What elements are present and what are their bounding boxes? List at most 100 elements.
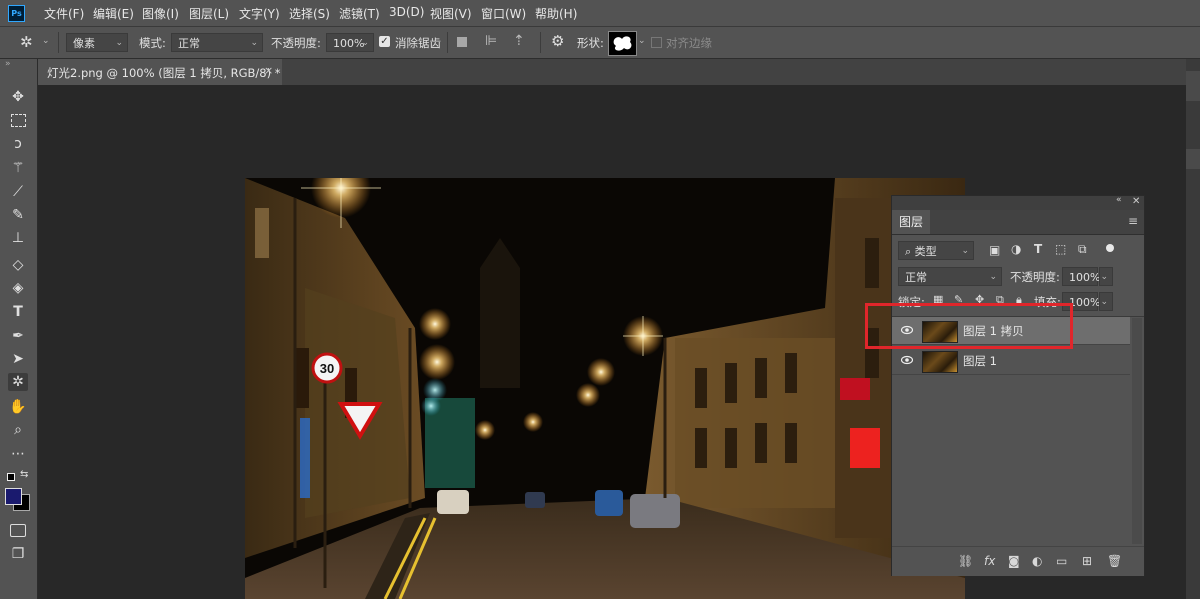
layer-opacity-label: 不透明度: [1010,270,1060,284]
collapse-icon[interactable]: « [1116,195,1122,205]
swap-colors-icon[interactable]: ⇆ [20,469,28,480]
menu-file[interactable]: 文件(F) [44,5,84,22]
menu-edit[interactable]: 编辑(E) [93,5,134,22]
photoshop-logo: Ps [8,5,25,22]
layers-footer: ⛓ fx ◙ ◐ ▭ ⊞ 🗑︎ [892,546,1144,576]
dock-button[interactable] [1186,71,1200,101]
hand-icon[interactable]: ✋ [8,398,28,416]
panel-tab-row: 图层 ≡ [892,210,1144,235]
menu-select[interactable]: 选择(S) [289,5,330,22]
highlight-box [865,303,1073,349]
layer-thumbnail [922,351,958,373]
chevron-down-icon[interactable]: ⌄ [638,36,646,46]
shape-label: 形状: [577,36,604,50]
paint-bucket-icon[interactable]: ◈ [8,279,28,297]
close-icon[interactable]: × [264,64,273,77]
filter-smart-object-icon[interactable]: ⧉ [1078,242,1087,257]
document-tab[interactable]: 灯光2.png @ 100% (图层 1 拷贝, RGB/8) * × [38,59,282,85]
eyedropper-icon[interactable]: ⟋ [8,183,28,201]
eye-icon[interactable] [901,354,913,366]
layer-name[interactable]: 图层 1 [963,353,997,369]
layers-panel: « ✕ 图层 ≡ ⌕ 类型 ⌄ ▣ ◑ T ⬚ ⧉ 正常 ⌄ 不透明度: 100% … [891,195,1145,576]
foreground-color-swatch[interactable] [5,488,22,505]
night-street-photo: 30 [245,178,965,599]
svg-text:30: 30 [320,361,334,376]
fx-icon[interactable]: fx [984,554,995,568]
layer-row[interactable]: 图层 1 [892,347,1130,375]
lasso-icon[interactable]: ↄ [8,135,28,153]
type-icon[interactable]: T [8,303,28,321]
menu-window[interactable]: 窗口(W) [481,5,526,22]
panel-header[interactable]: « ✕ [892,195,1144,210]
pen-icon[interactable]: ✒ [8,327,28,345]
screen-mode-icon[interactable]: ❐ [8,545,28,563]
dock-button[interactable] [1186,149,1200,169]
filter-adjustment-icon[interactable]: ◑ [1011,242,1021,256]
layer-opacity-input[interactable]: 100% [1062,267,1100,286]
filter-type-icon[interactable]: T [1034,242,1042,256]
fill-mode-select[interactable]: 像素 ⌄ [66,33,128,52]
path-alignment-icon[interactable]: ⊫ [485,33,497,49]
menu-view[interactable]: 视图(V) [430,5,472,22]
eraser-icon[interactable]: ◇ [8,256,28,274]
chevron-down-icon[interactable]: ⌄ [42,36,50,46]
menu-filter[interactable]: 滤镜(T) [339,5,380,22]
opacity-input[interactable]: 100% ⌄ [326,33,374,52]
shape-tool-preset-icon[interactable]: ✲ [20,33,33,51]
add-mask-icon[interactable]: ◙ [1008,554,1020,568]
menu-3d[interactable]: 3D(D) [389,5,424,19]
new-layer-icon[interactable]: ⊞ [1082,554,1092,568]
document-tab-title: 灯光2.png @ 100% (图层 1 拷贝, RGB/8) * [47,66,281,80]
trash-icon[interactable]: 🗑︎ [1107,554,1122,568]
close-icon[interactable]: ✕ [1132,196,1140,207]
opacity-dropdown-button[interactable]: ⌄ [1099,267,1113,286]
magic-wand-icon[interactable]: ⚚ [8,159,28,177]
layer-filter-select[interactable]: ⌕ 类型 ⌄ [898,241,974,260]
filter-pixel-icon[interactable]: ▣ [989,243,1000,257]
default-colors-icon[interactable] [7,473,15,481]
search-icon: ⌕ [905,245,915,258]
right-dock-strip [1186,59,1200,599]
options-bar: ✲ ⌄ 像素 ⌄ 模式: 正常 ⌄ 不透明度: 100% ⌄ ✓ 消除锯齿 ⊫ ⇡ ⚙… [0,27,1200,59]
divider [540,32,541,53]
antialias-checkbox[interactable]: ✓ [379,36,390,47]
link-layers-icon[interactable]: ⛓ [958,554,973,568]
opacity-label: 不透明度: [271,36,321,50]
mode-label: 模式: [139,36,166,50]
marquee-icon[interactable] [8,111,28,129]
path-arrangement-icon[interactable]: ⇡ [513,33,525,49]
layers-scrollbar[interactable] [1132,318,1142,544]
menu-help[interactable]: 帮助(H) [535,5,577,22]
fill-dropdown-button[interactable]: ⌄ [1099,292,1113,311]
divider [447,32,448,53]
path-operations-icon[interactable] [457,37,467,47]
custom-shape-picker[interactable] [608,31,637,56]
adjustment-layer-icon[interactable]: ◐ [1032,554,1042,568]
new-group-icon[interactable]: ▭ [1056,554,1067,568]
collapse-icon[interactable]: » [5,59,11,69]
tools-panel: » ✥ ↄ ⚚ ⟋ ✎ ⊥ ◇ ◈ T ✒ ➤ ✲ ✋ ⌕ ⋯ ⇆ ❐ [0,59,38,599]
brush-icon[interactable]: ✎ [8,206,28,224]
filter-toggle-icon[interactable] [1106,244,1114,252]
stamp-icon[interactable]: ⊥ [8,229,28,247]
more-icon[interactable]: ⋯ [8,445,28,463]
shape-icon[interactable]: ✲ [8,373,28,391]
align-edges-checkbox[interactable] [651,37,662,48]
divider [58,32,59,53]
panel-menu-icon[interactable]: ≡ [1128,214,1138,228]
document-image[interactable]: 30 [245,178,965,599]
filter-shape-icon[interactable]: ⬚ [1055,242,1066,256]
mode-select[interactable]: 正常 ⌄ [171,33,263,52]
path-select-icon[interactable]: ➤ [8,350,28,368]
menu-layer[interactable]: 图层(L) [189,5,229,22]
quick-mask-icon[interactable] [8,521,28,539]
custom-shape-preview-icon [613,36,632,51]
gear-icon[interactable]: ⚙ [551,32,564,50]
tab-layers[interactable]: 图层 [892,210,930,234]
move-icon[interactable]: ✥ [8,88,28,106]
menu-type[interactable]: 文字(Y) [239,5,280,22]
antialias-label: 消除锯齿 [395,36,441,50]
menu-image[interactable]: 图像(I) [142,5,179,22]
zoom-icon[interactable]: ⌕ [8,421,28,439]
blend-mode-select[interactable]: 正常 ⌄ [898,267,1002,286]
